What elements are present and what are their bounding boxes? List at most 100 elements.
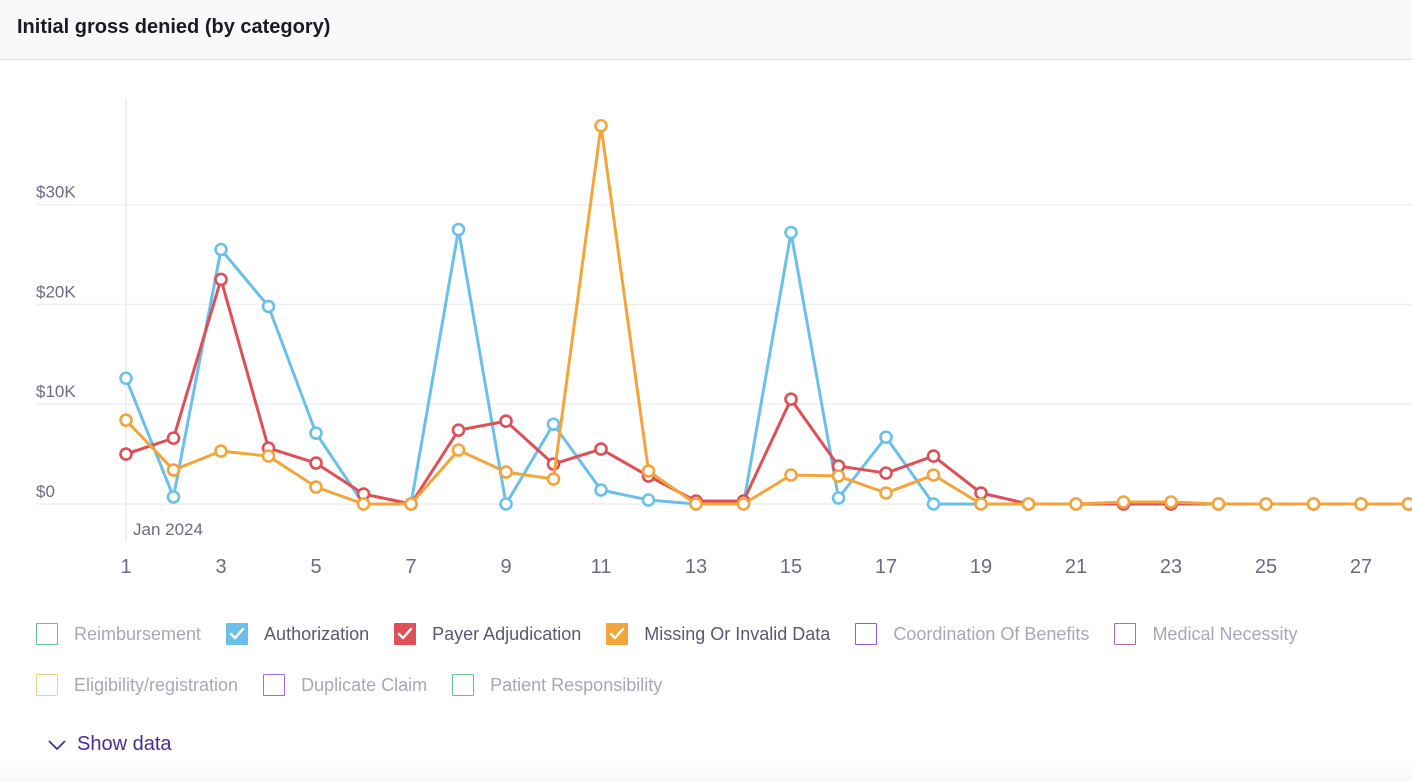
- legend-item-duplicate-claim[interactable]: Duplicate Claim: [263, 674, 427, 696]
- data-point[interactable]: [166, 490, 181, 504]
- data-point[interactable]: [1116, 495, 1131, 509]
- checkbox-checked-icon[interactable]: [226, 623, 249, 645]
- checkbox-checked-icon[interactable]: [394, 623, 417, 645]
- data-point[interactable]: [736, 497, 751, 511]
- data-point[interactable]: [119, 447, 133, 461]
- data-point[interactable]: [831, 491, 846, 505]
- data-point[interactable]: [641, 464, 656, 478]
- legend-item-payer-adjudication[interactable]: Payer Adjudication: [394, 623, 581, 645]
- data-point[interactable]: [214, 444, 228, 458]
- checkbox-unchecked-icon[interactable]: [263, 674, 286, 696]
- data-point[interactable]: [1069, 497, 1083, 511]
- data-point[interactable]: [309, 480, 323, 494]
- data-point[interactable]: [309, 456, 323, 470]
- checkbox-unchecked-icon[interactable]: [36, 674, 58, 696]
- data-point[interactable]: [499, 465, 513, 479]
- data-point[interactable]: [404, 497, 418, 511]
- show-data-toggle[interactable]: Show data: [47, 733, 172, 756]
- data-point[interactable]: [119, 413, 133, 427]
- data-point[interactable]: [119, 371, 133, 386]
- legend-item-patient-responsibility[interactable]: Patient Responsibility: [452, 674, 662, 696]
- data-point[interactable]: [926, 497, 941, 511]
- y-tick-label: $0: [36, 482, 55, 501]
- data-point[interactable]: [879, 486, 893, 500]
- chart-header: Initial gross denied (by category): [0, 0, 1412, 60]
- data-point[interactable]: [784, 392, 798, 407]
- data-point[interactable]: [831, 469, 846, 483]
- chart-title: Initial gross denied (by category): [17, 16, 331, 38]
- data-point[interactable]: [499, 497, 513, 511]
- x-tick-label: 1: [120, 556, 131, 578]
- checkmark-icon: [229, 627, 245, 640]
- data-point[interactable]: [214, 242, 228, 257]
- legend-label: Missing Or Invalid Data: [644, 623, 831, 644]
- data-point[interactable]: [1354, 497, 1368, 511]
- data-point[interactable]: [974, 486, 988, 500]
- data-point[interactable]: [926, 468, 941, 482]
- x-tick-label: 7: [405, 556, 416, 578]
- legend-label: Payer Adjudication: [432, 623, 582, 644]
- x-tick-label: 27: [1350, 556, 1372, 578]
- checkmark-icon: [397, 627, 413, 640]
- data-point[interactable]: [1211, 497, 1226, 511]
- data-point[interactable]: [1259, 497, 1273, 511]
- checkbox-unchecked-icon[interactable]: [36, 623, 58, 645]
- data-point[interactable]: [926, 449, 941, 463]
- data-point[interactable]: [166, 431, 181, 445]
- x-tick-label: 17: [875, 556, 897, 578]
- data-point[interactable]: [451, 423, 466, 437]
- data-point[interactable]: [166, 463, 181, 477]
- data-point[interactable]: [499, 414, 513, 428]
- data-point[interactable]: [784, 468, 798, 482]
- data-point[interactable]: [451, 443, 466, 457]
- data-point[interactable]: [641, 493, 656, 507]
- checkbox-unchecked-icon[interactable]: [452, 674, 475, 696]
- data-point[interactable]: [879, 430, 893, 444]
- y-tick-label: $30K: [36, 183, 76, 202]
- legend-item-reimbursement[interactable]: Reimbursement: [36, 623, 201, 645]
- legend-item-authorization[interactable]: Authorization: [226, 623, 369, 645]
- legend-row: Eligibility/registration Duplicate Claim P…: [36, 671, 1412, 699]
- data-point[interactable]: [546, 417, 561, 431]
- checkbox-checked-icon[interactable]: [606, 623, 629, 645]
- x-tick-label: 11: [591, 556, 612, 578]
- x-tick-label: 25: [1255, 556, 1277, 578]
- checkbox-unchecked-icon[interactable]: [855, 623, 878, 645]
- data-point[interactable]: [1164, 495, 1178, 509]
- data-point[interactable]: [451, 222, 466, 237]
- legend: Reimbursement Authorization Payer Adjudica…: [36, 620, 1412, 722]
- data-point[interactable]: [594, 442, 608, 456]
- data-point[interactable]: [689, 497, 703, 511]
- data-point[interactable]: [261, 299, 276, 314]
- legend-item-coordination-of-benefits[interactable]: Coordination Of Benefits: [855, 623, 1089, 645]
- data-point[interactable]: [356, 497, 371, 511]
- x-tick-label: 13: [685, 556, 707, 578]
- data-point[interactable]: [1021, 497, 1036, 511]
- data-point[interactable]: [261, 449, 276, 463]
- x-tick-label: 15: [780, 556, 802, 578]
- legend-label: Medical Necessity: [1152, 623, 1298, 644]
- data-point[interactable]: [974, 497, 988, 511]
- x-tick-label: 23: [1160, 556, 1182, 578]
- y-tick-label: $10K: [36, 382, 76, 401]
- data-point[interactable]: [784, 225, 798, 240]
- legend-item-medical-necessity[interactable]: Medical Necessity: [1114, 623, 1297, 645]
- x-axis-sublabel: Jan 2024: [133, 520, 203, 539]
- chevron-down-icon: [48, 739, 66, 750]
- legend-label: Patient Responsibility: [490, 674, 663, 695]
- legend-item-missing-or-invalid-data[interactable]: Missing Or Invalid Data: [606, 623, 830, 645]
- data-point[interactable]: [594, 118, 608, 133]
- data-point[interactable]: [214, 272, 228, 287]
- line-chart: $0$10K$20K$30K 1 3 5 7 9 11 13 15 17 19 21 23 25 27 J…: [36, 99, 1412, 578]
- checkmark-icon: [610, 627, 625, 640]
- data-point[interactable]: [594, 483, 608, 497]
- data-point[interactable]: [1306, 497, 1321, 511]
- data-point[interactable]: [1401, 497, 1412, 511]
- legend-item-eligibility-registration[interactable]: Eligibility/registration: [36, 674, 238, 696]
- data-point[interactable]: [879, 466, 893, 480]
- data-point[interactable]: [309, 426, 323, 440]
- checkbox-unchecked-icon[interactable]: [1114, 623, 1137, 645]
- data-point[interactable]: [546, 472, 561, 486]
- footer-background: [0, 760, 1412, 782]
- x-tick-label: 21: [1065, 556, 1087, 578]
